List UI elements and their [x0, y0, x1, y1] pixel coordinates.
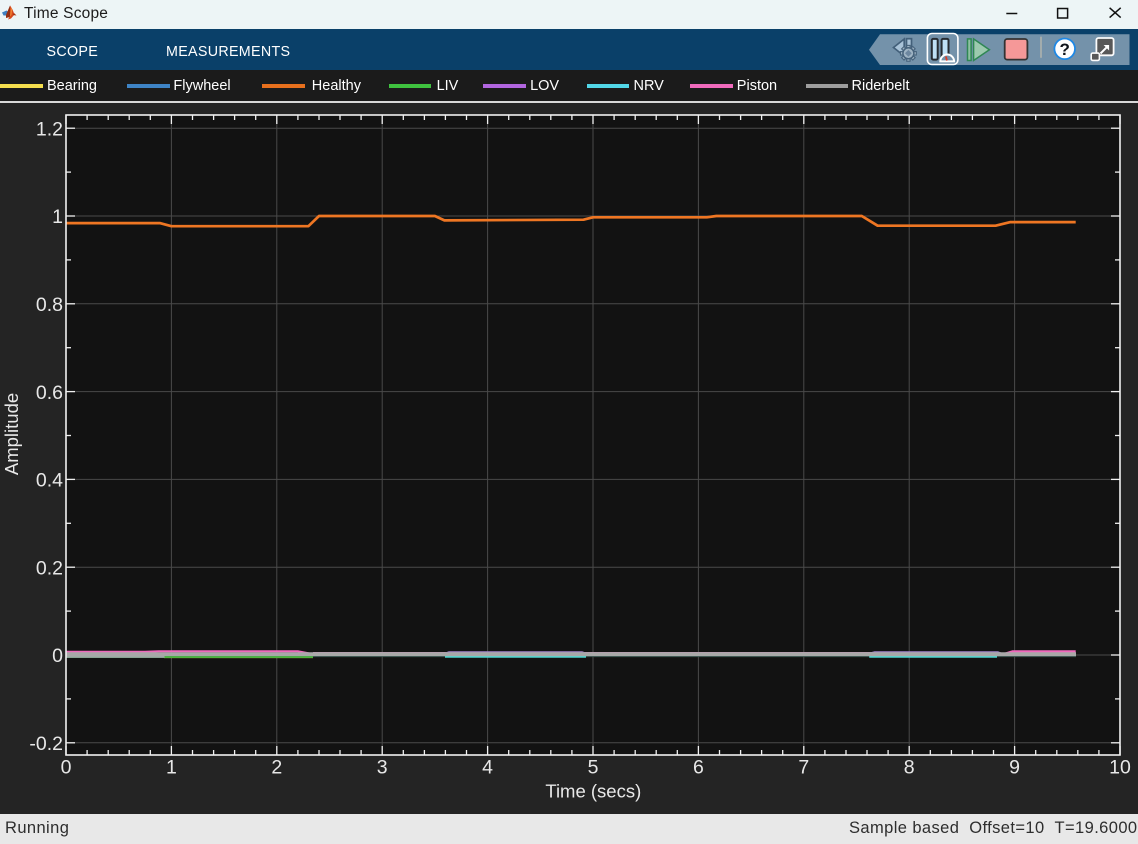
svg-text:Time (secs): Time (secs) [545, 781, 641, 802]
svg-text:1.2: 1.2 [36, 118, 63, 140]
svg-text:4: 4 [482, 757, 493, 779]
svg-text:7: 7 [798, 757, 809, 779]
svg-text:6: 6 [693, 757, 704, 779]
svg-text:0.4: 0.4 [36, 470, 63, 492]
svg-text:3: 3 [377, 757, 388, 779]
svg-text:1: 1 [52, 206, 63, 228]
svg-text:5: 5 [588, 757, 599, 779]
svg-text:Amplitude: Amplitude [1, 393, 22, 475]
svg-text:?: ? [1060, 40, 1070, 59]
svg-text:0.8: 0.8 [36, 294, 63, 316]
svg-text:8: 8 [904, 757, 915, 779]
svg-text:0: 0 [52, 645, 63, 667]
svg-text:0.6: 0.6 [36, 382, 63, 404]
svg-text:10: 10 [1109, 757, 1131, 779]
svg-text:2: 2 [271, 757, 282, 779]
svg-text:0.2: 0.2 [36, 557, 63, 579]
svg-text:9: 9 [1009, 757, 1020, 779]
svg-text:0: 0 [61, 757, 72, 779]
svg-text:-0.2: -0.2 [29, 733, 63, 755]
svg-text:1: 1 [166, 757, 177, 779]
